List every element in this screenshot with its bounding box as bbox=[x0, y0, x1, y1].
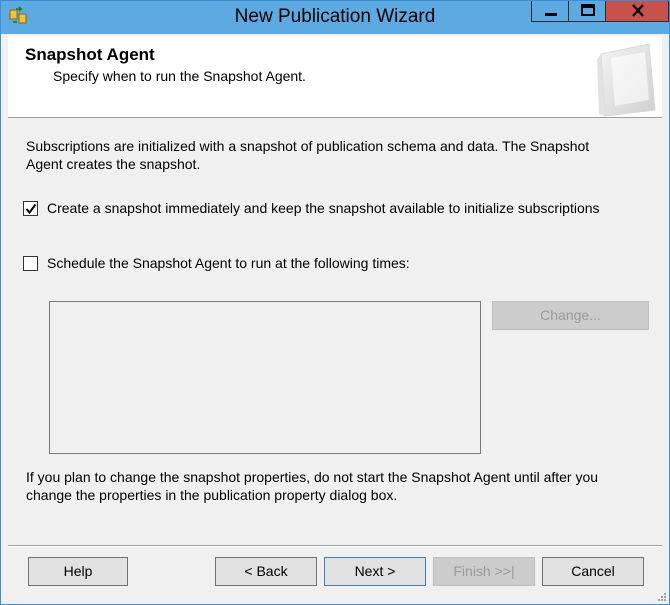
title-bar[interactable]: New Publication Wizard bbox=[1, 1, 669, 34]
finish-button[interactable]: Finish >>| bbox=[433, 557, 535, 586]
resize-grip-icon[interactable] bbox=[657, 592, 667, 602]
back-button[interactable]: < Back bbox=[215, 557, 317, 586]
minimize-icon bbox=[545, 13, 557, 16]
wizard-window: New Publication Wizard Snapshot Agent Sp… bbox=[0, 0, 670, 605]
next-button[interactable]: Next > bbox=[324, 557, 426, 586]
page-subtitle: Specify when to run the Snapshot Agent. bbox=[53, 68, 306, 84]
wizard-header: Snapshot Agent Specify when to run the S… bbox=[8, 36, 662, 118]
cancel-button[interactable]: Cancel bbox=[542, 557, 644, 586]
close-button[interactable] bbox=[605, 1, 669, 22]
close-icon bbox=[632, 4, 644, 17]
schedule-agent-option[interactable]: Schedule the Snapshot Agent to run at th… bbox=[23, 255, 410, 271]
maximize-button[interactable] bbox=[568, 1, 606, 22]
schedule-description-box bbox=[49, 301, 481, 454]
intro-text: Subscriptions are initialized with a sna… bbox=[26, 138, 590, 172]
checkmark-icon bbox=[25, 203, 37, 214]
create-snapshot-option[interactable]: Create a snapshot immediately and keep t… bbox=[23, 200, 600, 216]
minimize-button[interactable] bbox=[531, 1, 569, 22]
page-title: Snapshot Agent bbox=[25, 45, 155, 64]
wizard-footer: Help < Back Next > Finish >>| Cancel bbox=[1, 547, 669, 604]
change-schedule-button[interactable]: Change... bbox=[492, 301, 649, 330]
create-snapshot-label: Create a snapshot immediately and keep t… bbox=[47, 200, 600, 216]
wizard-body: Subscriptions are initialized with a sna… bbox=[8, 118, 662, 546]
maximize-icon bbox=[581, 4, 595, 16]
schedule-agent-checkbox[interactable] bbox=[23, 255, 38, 271]
help-button[interactable]: Help bbox=[28, 557, 128, 586]
schedule-agent-label: Schedule the Snapshot Agent to run at th… bbox=[47, 255, 410, 271]
note-text: If you plan to change the snapshot prope… bbox=[26, 469, 599, 503]
create-snapshot-checkbox[interactable] bbox=[23, 200, 38, 216]
wizard-banner-art-icon bbox=[597, 43, 656, 117]
